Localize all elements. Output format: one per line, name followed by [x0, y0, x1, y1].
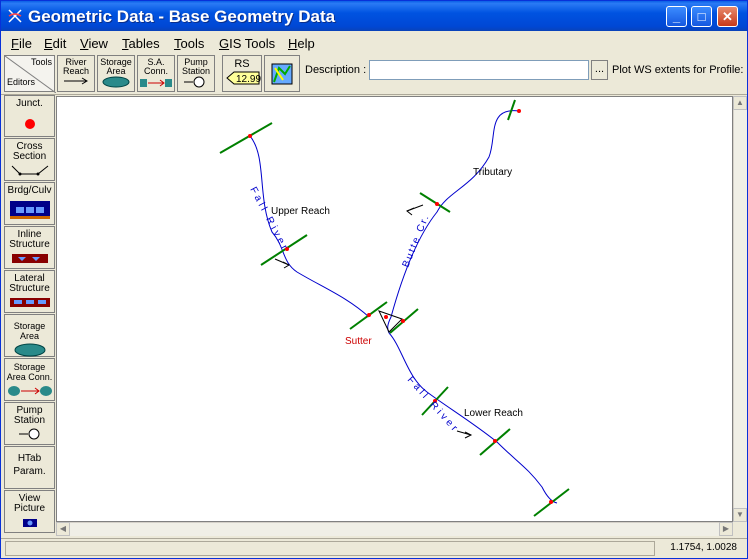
node-point[interactable]	[549, 500, 553, 504]
description-browse-button[interactable]: ...	[591, 60, 608, 80]
cross-section-icon	[11, 165, 48, 176]
fall-river-upper-label: Fall River	[247, 185, 291, 254]
inline-structure-icon	[11, 254, 48, 263]
river-schematic[interactable]: Upper Reach Tributary Lower Reach Sutter…	[57, 97, 734, 523]
scroll-left-arrow[interactable]: ◀	[56, 522, 70, 536]
node-point[interactable]	[517, 109, 521, 113]
cursor-coordinates: 1.1754, 1.0028	[670, 542, 737, 553]
menu-help[interactable]: Help	[288, 36, 315, 51]
title-bar[interactable]: Geometric Data - Base Geometry Data _ □ …	[1, 1, 747, 31]
node-point[interactable]	[401, 319, 405, 323]
pump-icon	[184, 76, 205, 88]
node-point[interactable]	[435, 202, 439, 206]
vertical-scrollbar[interactable]: ▲ ▼	[733, 96, 747, 522]
rs-button[interactable]: RS 12.99	[222, 55, 262, 92]
menu-edit[interactable]: Edit	[44, 36, 66, 51]
scroll-up-arrow[interactable]: ▲	[733, 96, 747, 110]
minimize-button[interactable]: _	[666, 6, 687, 27]
gis-map-button[interactable]	[264, 55, 300, 92]
river-reach-button[interactable]: River Reach	[57, 55, 95, 92]
window-title: Geometric Data - Base Geometry Data	[28, 7, 336, 26]
menu-file[interactable]: File	[11, 36, 32, 51]
rs-tag-icon: 12.99	[226, 71, 261, 85]
menu-tools[interactable]: Tools	[174, 36, 204, 51]
junction-shape[interactable]	[378, 310, 403, 333]
node-point[interactable]	[384, 315, 388, 319]
pump-icon	[18, 428, 39, 440]
pump-station-side-button[interactable]: Pump Station	[4, 402, 55, 445]
cross-section-line[interactable]	[219, 122, 273, 154]
storage-area-side-button[interactable]: Storage Area	[4, 314, 55, 357]
description-input[interactable]	[369, 60, 589, 80]
status-bar: 1.1754, 1.0028	[1, 538, 747, 558]
sa-connection-icon	[140, 79, 172, 87]
description-label: Description :	[305, 64, 367, 76]
scroll-right-arrow[interactable]: ▶	[719, 522, 733, 536]
flow-arrow-lower	[456, 430, 473, 439]
lower-reach-label: Lower Reach	[464, 408, 523, 419]
sa-conn-button[interactable]: S.A. Conn.	[137, 55, 175, 92]
toolbar: Tools Editors River Reach Storage Area S…	[1, 53, 747, 95]
camera-icon	[22, 519, 37, 527]
storage-area-conn-side-button[interactable]: Storage Area Conn.	[4, 358, 55, 401]
geometric-data-window: Geometric Data - Base Geometry Data _ □ …	[0, 0, 748, 559]
junction-icon	[24, 119, 35, 129]
cross-section-line[interactable]	[507, 99, 516, 121]
menu-gis-tools[interactable]: GIS Tools	[219, 36, 275, 51]
butte-cr-label: Butte Cr.	[401, 212, 433, 269]
arrow-icon	[64, 77, 88, 85]
inline-structure-button[interactable]: Inline Structure	[4, 226, 55, 269]
bridge-icon	[9, 201, 50, 219]
menu-bar: File Edit View Tables Tools GIS Tools He…	[1, 31, 747, 53]
geometry-canvas[interactable]: Upper Reach Tributary Lower Reach Sutter…	[56, 96, 733, 522]
close-button[interactable]: ✕	[717, 6, 738, 27]
maximize-button[interactable]: □	[691, 6, 712, 27]
lateral-structure-button[interactable]: Lateral Structure	[4, 270, 55, 313]
lateral-structure-icon	[9, 298, 50, 307]
fall-river-lower-label: Fall River	[405, 375, 462, 436]
sa-connection-icon	[7, 386, 52, 396]
storage-area-icon	[102, 76, 130, 88]
tributary-label: Tributary	[473, 167, 512, 178]
storage-area-icon	[14, 343, 45, 357]
node-point[interactable]	[248, 134, 252, 138]
bridge-culvert-button[interactable]: Brdg/Culv	[4, 182, 55, 225]
junction-label: Sutter	[345, 336, 372, 347]
horizontal-scrollbar[interactable]: ◀ ▶	[56, 522, 733, 536]
menu-view[interactable]: View	[80, 36, 108, 51]
editor-sidebar: Junct. Cross Section Brdg/Culv Inline St…	[4, 95, 55, 535]
htab-param-button[interactable]: HTab Param.	[4, 446, 55, 489]
editors-label: Editors	[7, 77, 36, 87]
node-point[interactable]	[493, 439, 497, 443]
svg-text:12.99: 12.99	[236, 74, 261, 85]
view-picture-button[interactable]: View Picture	[4, 490, 55, 533]
tools-editors-toggle[interactable]: Tools Editors	[4, 55, 56, 93]
cross-section-button[interactable]: Cross Section	[4, 138, 55, 181]
node-point[interactable]	[367, 313, 371, 317]
upper-reach-label: Upper Reach	[271, 206, 330, 217]
app-icon	[8, 9, 22, 23]
map-icon	[271, 63, 293, 85]
tributary-reach-line[interactable]	[387, 110, 520, 334]
cross-section-line[interactable]	[419, 192, 451, 213]
scroll-down-arrow[interactable]: ▼	[733, 508, 747, 522]
tools-label: Tools	[30, 57, 52, 67]
plot-ws-label: Plot WS extents for Profile:	[612, 64, 744, 76]
menu-tables[interactable]: Tables	[122, 36, 160, 51]
pump-station-button[interactable]: Pump Station	[177, 55, 215, 92]
status-message-panel	[5, 541, 655, 556]
storage-area-button[interactable]: Storage Area	[97, 55, 135, 92]
junction-button[interactable]: Junct.	[4, 95, 55, 137]
